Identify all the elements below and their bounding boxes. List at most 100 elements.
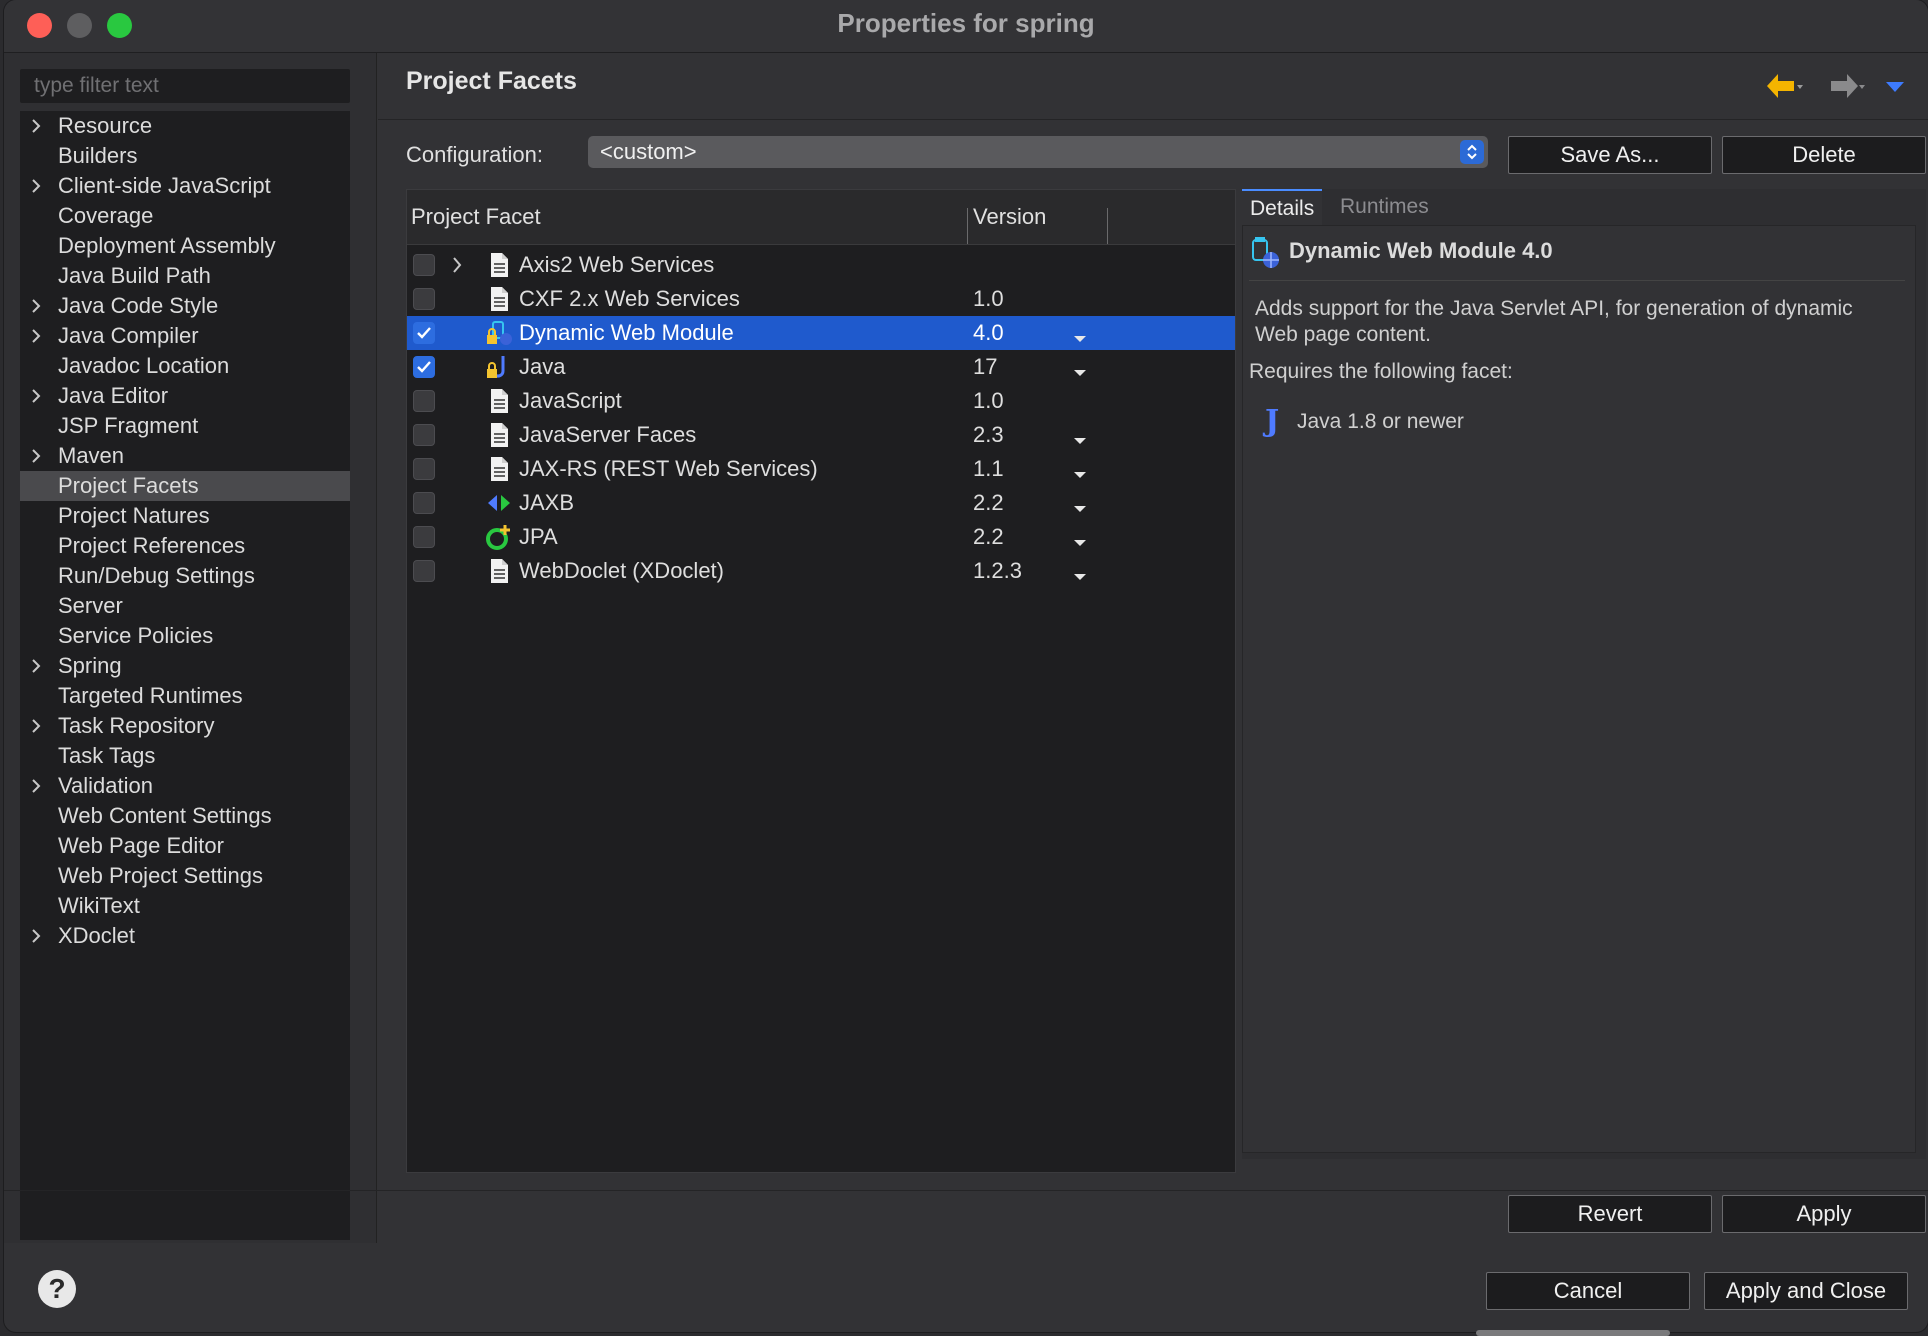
sidebar-item[interactable]: Java Compiler	[20, 321, 350, 351]
tab-runtimes[interactable]: Runtimes	[1332, 189, 1437, 225]
facet-checkbox[interactable]	[413, 492, 435, 514]
chevron-right-icon[interactable]	[28, 441, 44, 471]
help-icon[interactable]: ?	[38, 1270, 76, 1308]
sidebar-item[interactable]: Javadoc Location	[20, 351, 350, 381]
chevron-down-icon[interactable]	[1073, 432, 1087, 450]
back-arrow-icon[interactable]	[1764, 71, 1804, 106]
sidebar-item[interactable]: JSP Fragment	[20, 411, 350, 441]
sidebar-item[interactable]: Run/Debug Settings	[20, 561, 350, 591]
sidebar-item[interactable]: Client-side JavaScript	[20, 171, 350, 201]
table-row[interactable]: Dynamic Web Module 4.0	[407, 316, 1235, 350]
sidebar-item[interactable]: Targeted Runtimes	[20, 681, 350, 711]
sidebar-item[interactable]: WikiText	[20, 891, 350, 921]
sidebar-item[interactable]: Server	[20, 591, 350, 621]
sidebar-item-label: Validation	[58, 773, 153, 798]
chevron-down-icon[interactable]	[1073, 466, 1087, 484]
facet-name: WebDoclet (XDoclet)	[519, 558, 724, 583]
facet-version[interactable]: 2.2	[973, 490, 1004, 516]
sidebar-item[interactable]: Coverage	[20, 201, 350, 231]
apply-and-close-button[interactable]: Apply and Close	[1704, 1272, 1908, 1310]
chevron-down-icon[interactable]	[1073, 330, 1087, 348]
facet-version[interactable]: 17	[973, 354, 997, 380]
configuration-select[interactable]: <custom>	[588, 136, 1488, 168]
sidebar-item[interactable]: Builders	[20, 141, 350, 171]
chevron-right-icon[interactable]	[28, 171, 44, 201]
chevron-right-icon[interactable]	[28, 921, 44, 951]
chevron-down-icon[interactable]	[1073, 534, 1087, 552]
sidebar-item[interactable]: Deployment Assembly	[20, 231, 350, 261]
sidebar-item[interactable]: Task Tags	[20, 741, 350, 771]
footer-divider	[4, 1190, 1928, 1191]
table-row[interactable]: JPA 2.2	[407, 520, 1235, 554]
facet-checkbox[interactable]	[413, 424, 435, 446]
chevron-down-icon[interactable]	[1073, 568, 1087, 586]
column-header-version[interactable]: Version	[973, 204, 1046, 230]
table-row[interactable]: WebDoclet (XDoclet) 1.2.3	[407, 554, 1235, 588]
chevron-right-icon[interactable]	[28, 711, 44, 741]
facet-version[interactable]: 1.1	[973, 456, 1004, 482]
facet-version[interactable]: 1.0	[973, 388, 1004, 414]
forward-arrow-icon[interactable]	[1825, 71, 1866, 106]
facet-checkbox[interactable]	[413, 458, 435, 480]
facet-checkbox[interactable]	[413, 322, 435, 344]
chevron-down-icon[interactable]	[1073, 364, 1087, 382]
sidebar-item[interactable]: Project References	[20, 531, 350, 561]
sidebar-item[interactable]: Web Content Settings	[20, 801, 350, 831]
revert-button[interactable]: Revert	[1508, 1195, 1712, 1233]
sidebar-item[interactable]: Java Editor	[20, 381, 350, 411]
table-row[interactable]: JAX-RS (REST Web Services) 1.1	[407, 452, 1235, 486]
chevron-right-icon[interactable]	[28, 321, 44, 351]
facet-checkbox[interactable]	[413, 356, 435, 378]
facet-checkbox[interactable]	[413, 288, 435, 310]
sidebar-item[interactable]: Web Page Editor	[20, 831, 350, 861]
table-row[interactable]: CXF 2.x Web Services 1.0	[407, 282, 1235, 316]
column-header-facet[interactable]: Project Facet	[411, 204, 541, 230]
chevron-right-icon[interactable]	[451, 257, 463, 278]
sidebar-item[interactable]: Project Facets	[20, 471, 350, 501]
cancel-button[interactable]: Cancel	[1486, 1272, 1690, 1310]
facet-version[interactable]: 4.0	[973, 320, 1004, 346]
scrollbar[interactable]	[1476, 1330, 1670, 1336]
chevron-right-icon[interactable]	[28, 651, 44, 681]
save-as-button[interactable]: Save As...	[1508, 136, 1712, 174]
chevron-right-icon[interactable]	[28, 381, 44, 411]
table-row[interactable]: JavaServer Faces 2.3	[407, 418, 1235, 452]
sidebar-item[interactable]: Service Policies	[20, 621, 350, 651]
facet-version[interactable]: 1.0	[973, 286, 1004, 312]
facet-checkbox[interactable]	[413, 560, 435, 582]
sidebar-item[interactable]: Validation	[20, 771, 350, 801]
facet-version[interactable]: 2.2	[973, 524, 1004, 550]
chevron-right-icon[interactable]	[28, 291, 44, 321]
main-content: Project Facets Configuration: <custom> S…	[378, 53, 1928, 1243]
chevron-right-icon[interactable]	[28, 771, 44, 801]
view-menu-icon[interactable]	[1884, 76, 1906, 101]
sidebar-item[interactable]: Spring	[20, 651, 350, 681]
facet-checkbox[interactable]	[413, 254, 435, 276]
sidebar-item[interactable]: Maven	[20, 441, 350, 471]
tab-details[interactable]: Details	[1242, 189, 1323, 227]
facet-checkbox[interactable]	[413, 390, 435, 412]
configuration-label: Configuration:	[406, 142, 543, 167]
facet-name: Axis2 Web Services	[519, 252, 715, 277]
table-row[interactable]: Java 17	[407, 350, 1235, 384]
table-row[interactable]: JavaScript 1.0	[407, 384, 1235, 418]
facet-name: JAXB	[519, 490, 575, 515]
sidebar-item[interactable]: Project Natures	[20, 501, 350, 531]
filter-input[interactable]	[20, 69, 350, 103]
table-row[interactable]: JAXB 2.2	[407, 486, 1235, 520]
chevron-down-icon[interactable]	[1073, 500, 1087, 518]
sidebar-item[interactable]: Java Code Style	[20, 291, 350, 321]
apply-button[interactable]: Apply	[1722, 1195, 1926, 1233]
sidebar-item[interactable]: Java Build Path	[20, 261, 350, 291]
chevron-right-icon[interactable]	[28, 111, 44, 141]
sidebar-item[interactable]: Task Repository	[20, 711, 350, 741]
sidebar-item-label: Project Natures	[58, 503, 210, 528]
sidebar-item[interactable]: Resource	[20, 111, 350, 141]
facet-checkbox[interactable]	[413, 526, 435, 548]
delete-button[interactable]: Delete	[1722, 136, 1926, 174]
sidebar-item[interactable]: Web Project Settings	[20, 861, 350, 891]
sidebar-item[interactable]: XDoclet	[20, 921, 350, 951]
facet-version[interactable]: 2.3	[973, 422, 1004, 448]
table-row[interactable]: Axis2 Web Services	[407, 248, 1235, 282]
facet-version[interactable]: 1.2.3	[973, 558, 1022, 584]
